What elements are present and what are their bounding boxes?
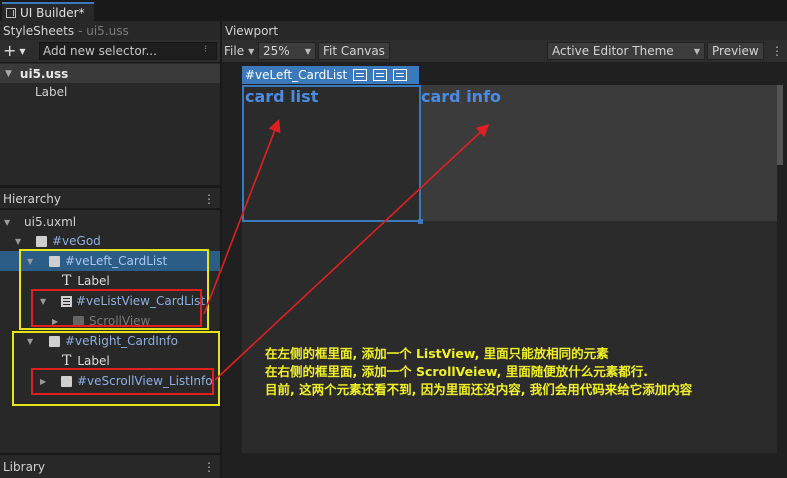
hierarchy-title: Hierarchy xyxy=(3,191,62,206)
tree-item-vegod[interactable]: ▼ #veGod xyxy=(0,231,220,251)
fit-canvas-button[interactable]: Fit Canvas xyxy=(318,42,390,60)
add-stylesheet-button[interactable]: + ▼ xyxy=(3,43,35,59)
preview-label: Preview xyxy=(712,44,759,58)
selected-element-header[interactable]: #veLeft_CardList xyxy=(242,66,419,84)
file-menu[interactable]: File ▼ xyxy=(224,42,254,60)
library-menu-icon[interactable]: ⋮ xyxy=(203,460,215,474)
annotation-line-2: 在右侧的框里面, 添加一个 ScrollVeiew, 里面随便放什么元素都行. xyxy=(265,364,649,379)
annotation-text: 在左侧的框里面, 添加一个 ListView, 里面只能放相同的元素 在右侧的框… xyxy=(265,345,692,399)
red-highlight-listview xyxy=(31,289,202,327)
tree-item-label: #veGod xyxy=(52,234,101,248)
viewport-header: Viewport xyxy=(222,21,787,40)
plus-icon: + xyxy=(3,41,17,60)
zoom-value: 25% xyxy=(263,44,290,58)
ui-builder-tab[interactable]: UI Builder* xyxy=(2,2,94,21)
annotation-line-3: 目前, 这两个元素还看不到, 因为里面还没内容, 我们会用代码来给它添加内容 xyxy=(265,382,693,397)
visual-element-icon xyxy=(36,235,47,247)
panel-divider[interactable] xyxy=(0,185,220,188)
tree-root-label: ui5.uxml xyxy=(24,215,77,229)
zoom-dropdown[interactable]: 25% ▼ xyxy=(258,42,316,60)
library-divider xyxy=(0,453,220,455)
selector-placeholder: Add new selector... xyxy=(43,44,157,58)
selector-options-icon[interactable]: ⁝ xyxy=(204,44,207,55)
selector-label-row[interactable]: Label xyxy=(35,85,67,99)
chevron-down-icon: ▼ xyxy=(304,46,311,56)
align-icon[interactable] xyxy=(353,69,368,81)
add-selector-input[interactable]: Add new selector... xyxy=(39,42,217,60)
stylesheets-file: - ui5.uss xyxy=(78,23,129,38)
canvas-scrollbar[interactable] xyxy=(777,85,783,165)
fit-canvas-label: Fit Canvas xyxy=(323,44,385,58)
stylesheets-title: StyleSheets xyxy=(3,23,75,38)
uss-stylesheet-row[interactable]: ▼ ui5.uss xyxy=(0,64,220,83)
expand-triangle-icon[interactable]: ▼ xyxy=(15,237,25,246)
viewport-title: Viewport xyxy=(225,23,279,38)
annotation-line-1: 在左侧的框里面, 添加一个 ListView, 里面只能放相同的元素 xyxy=(265,346,609,361)
hierarchy-header: Hierarchy xyxy=(0,189,220,208)
expand-triangle-icon[interactable]: ▼ xyxy=(4,218,14,227)
chevron-down-icon: ▼ xyxy=(19,46,26,56)
chevron-down-icon: ▼ xyxy=(693,46,700,56)
hierarchy-menu-icon[interactable]: ⋮ xyxy=(203,192,215,206)
library-title: Library xyxy=(3,460,45,474)
file-menu-label: File xyxy=(224,44,245,58)
card-info-text: card info xyxy=(421,87,502,106)
ui-builder-icon xyxy=(6,7,16,18)
expand-triangle-icon[interactable]: ▼ xyxy=(5,69,12,79)
viewport-menu-icon[interactable]: ⋮ xyxy=(771,42,783,60)
theme-label: Active Editor Theme xyxy=(552,44,674,58)
flex-direction-icon[interactable] xyxy=(373,69,388,81)
window-tab-strip xyxy=(0,0,787,21)
resize-handle[interactable] xyxy=(418,219,423,224)
tab-title: UI Builder* xyxy=(20,5,85,20)
selector-label: Label xyxy=(35,85,68,99)
justify-icon[interactable] xyxy=(393,69,408,81)
selected-element-name: #veLeft_CardList xyxy=(245,68,348,82)
theme-dropdown[interactable]: Active Editor Theme ▼ xyxy=(547,42,705,60)
stylesheets-header: StyleSheets - ui5.uss xyxy=(0,21,220,40)
library-header: Library xyxy=(0,456,220,478)
red-highlight-scrollview xyxy=(31,368,214,395)
tree-root-row[interactable]: ▼ ui5.uxml xyxy=(0,212,220,232)
preview-button[interactable]: Preview xyxy=(707,42,764,60)
card-list-text: card list xyxy=(245,87,319,106)
chevron-down-icon: ▼ xyxy=(248,46,255,56)
hierarchy-divider xyxy=(0,208,220,210)
uss-name: ui5.uss xyxy=(19,66,69,81)
